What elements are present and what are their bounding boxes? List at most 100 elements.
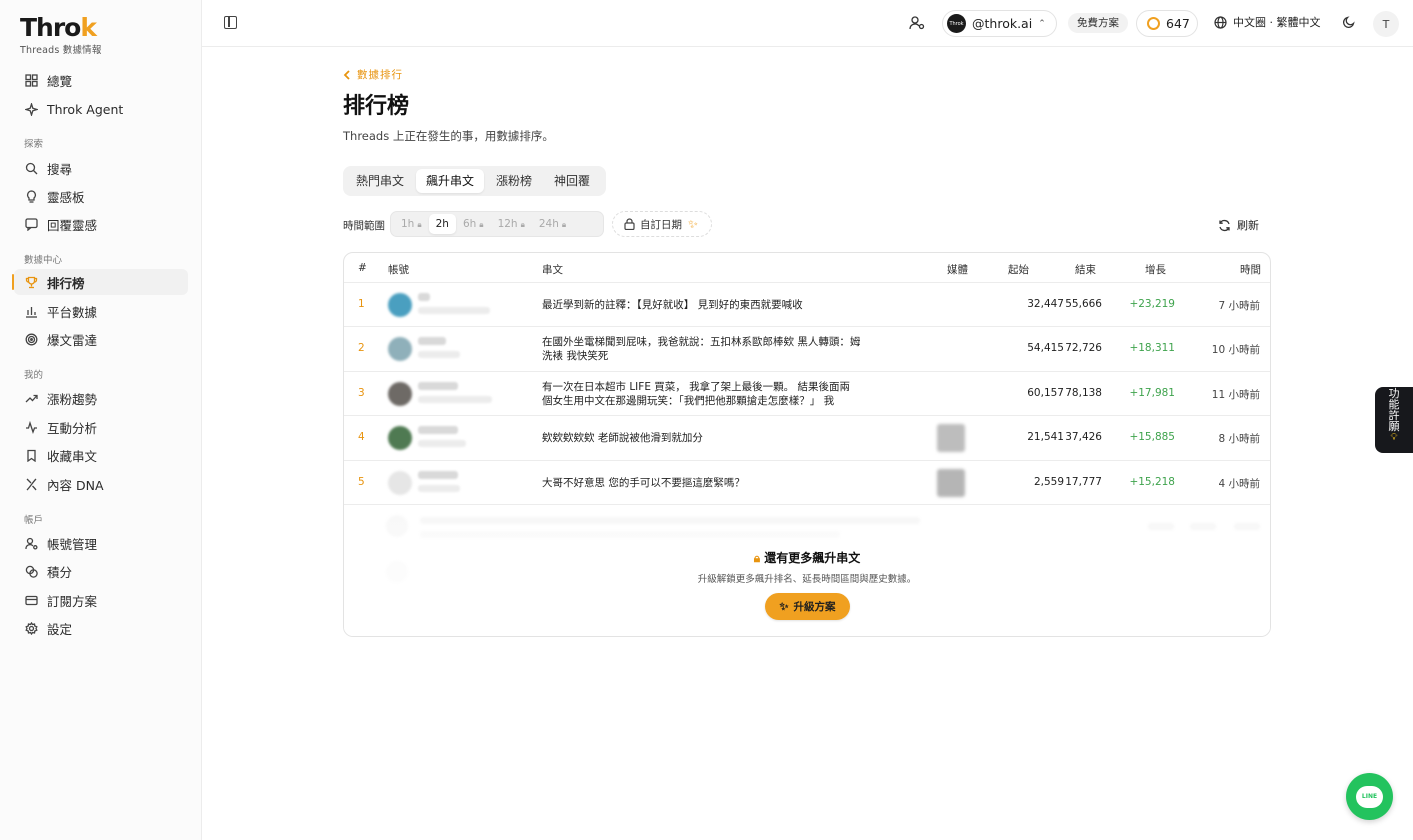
sidebar-item-label: 回覆靈感 <box>47 217 98 233</box>
back-link[interactable]: 數據排行 <box>343 67 403 82</box>
sidebar-item-subscription[interactable]: 訂閱方案 <box>14 587 188 613</box>
sidebar-item-agent[interactable]: Throk Agent <box>14 96 188 122</box>
sidebar-item-search[interactable]: 搜尋 <box>14 155 188 181</box>
line-chat-button[interactable]: LINE <box>1346 773 1393 820</box>
upgrade-label: 升級方案 <box>793 601 836 613</box>
sidebar-item-overview[interactable]: 總覽 <box>14 67 188 93</box>
dna-icon <box>24 477 38 491</box>
account-handle: @throk.ai <box>972 16 1033 31</box>
radar-icon <box>24 332 38 346</box>
lock-icon: 🔒︎ <box>561 220 567 229</box>
table-row[interactable]: 1 最近學到新的註釋：【見好就收】 見到好的東西就要喊收 32,447 55,6… <box>344 283 1270 327</box>
time-range-label: 時間範圍 <box>343 220 385 232</box>
page-subtitle: Threads 上正在發生的事，用數據排序。 <box>343 129 554 143</box>
section-account: 帳戶 <box>24 515 44 526</box>
upgrade-button[interactable]: ✨︎ 升級方案 <box>765 593 850 620</box>
brand[interactable]: Throk Threads 數據情報 <box>20 14 102 57</box>
account-name-blurred <box>418 382 458 390</box>
tab-top-replies[interactable]: 神回覆 <box>544 169 600 193</box>
sidebar-item-follower-trend[interactable]: 漲粉趨勢 <box>14 385 188 411</box>
sidebar-item-settings[interactable]: 設定 <box>14 615 188 641</box>
feature-wish-tab[interactable]: 功 能 許 願 💡︎ <box>1375 387 1413 453</box>
sidebar-item-viral-radar[interactable]: 爆文雷達 <box>14 326 188 352</box>
refresh-button[interactable]: 刷新 <box>1218 217 1259 233</box>
account-switcher[interactable]: Throk @throk.ai ⌃ <box>942 10 1057 37</box>
sidebar-item-label: Throk Agent <box>47 101 124 117</box>
lock-icon: 🔒︎ <box>753 551 761 565</box>
back-label: 數據排行 <box>357 69 403 81</box>
language-label: 中文圈 · 繁體中文 <box>1233 16 1321 29</box>
sidebar-item-inspiration[interactable]: 靈感板 <box>14 183 188 209</box>
sidebar-item-interaction-analysis[interactable]: 互動分析 <box>14 414 188 440</box>
credits-pill[interactable]: 647 <box>1136 10 1198 37</box>
sidebar-item-reply-inspiration[interactable]: 回覆靈感 <box>14 211 188 237</box>
sidebar-item-platform-data[interactable]: 平台數據 <box>14 298 188 324</box>
section-mine: 我的 <box>24 370 44 381</box>
range-6h[interactable]: 6h 🔒︎ <box>456 214 491 234</box>
language-selector[interactable]: 中文圈 · 繁體中文 <box>1214 14 1321 30</box>
sidebar-item-saved-posts[interactable]: 收藏串文 <box>14 442 188 468</box>
moon-icon[interactable] <box>1342 15 1356 29</box>
bulb-icon <box>24 189 38 203</box>
lock-icon: 🔒︎ <box>417 220 422 229</box>
post-text[interactable]: 在國外坐電梯聞到屁味，我爸就說：五扣林系歐郎棒欸 黑人轉頭：姆洗裱 我快笑死 <box>542 335 862 363</box>
sidebar-item-leaderboard[interactable]: 排行榜 <box>14 269 188 295</box>
account-name-blurred <box>418 337 446 345</box>
sparkle-icon: ✨︎ <box>779 599 789 613</box>
post-text[interactable]: 大哥不好意思 您的手可以不要摳這麼緊嗎？ <box>542 476 862 490</box>
table-row[interactable]: 2 在國外坐電梯聞到屁味，我爸就說：五扣林系歐郎棒欸 黑人轉頭：姆洗裱 我快笑死… <box>344 327 1270 372</box>
range-1h[interactable]: 1h 🔒︎ <box>394 214 429 234</box>
header-time: 時間 <box>1240 264 1261 276</box>
trend-icon <box>24 391 38 405</box>
rank: 1 <box>358 298 365 310</box>
media-thumbnail[interactable] <box>937 469 965 497</box>
time-range-selector: 1h 🔒︎ 2h 6h 🔒︎ 12h 🔒︎ 24h 🔒︎ <box>390 211 604 237</box>
topbar: Throk @throk.ai ⌃ 免費方案 647 中文圈 · 繁體中文 T <box>202 0 1413 47</box>
coins-icon <box>24 564 38 578</box>
sidebar-toggle-icon[interactable] <box>224 16 237 29</box>
tab-follower-growth[interactable]: 漲粉榜 <box>486 169 542 193</box>
time-ago: 10 小時前 <box>1211 344 1260 356</box>
post-text[interactable]: 有一次在日本超市 LIFE 買菜， 我拿了架上最後一顆。 結果後面兩個女生用中文… <box>542 380 852 408</box>
time-ago: 11 小時前 <box>1211 389 1260 401</box>
lock-icon <box>624 218 635 230</box>
account-name-blurred <box>418 293 430 301</box>
custom-date-button[interactable]: 自訂日期 ✨︎ <box>612 211 712 237</box>
more-locked-title: 🔒︎ 還有更多飆升串文 <box>753 551 861 565</box>
account-name-blurred <box>418 471 458 479</box>
more-locked-subtitle: 升級解鎖更多飆升排名、延長時間區間與歷史數據。 <box>697 574 917 585</box>
section-explore: 探索 <box>24 139 44 150</box>
header-growth: 增長 <box>1145 264 1166 276</box>
tab-hot-posts[interactable]: 熱門串文 <box>346 169 414 193</box>
sparkle-icon: ✨︎ <box>688 216 698 231</box>
media-thumbnail[interactable] <box>937 424 965 452</box>
account-handle-blurred <box>418 440 466 447</box>
sidebar-item-label: 排行榜 <box>47 275 85 291</box>
sidebar-item-credits[interactable]: 積分 <box>14 558 188 584</box>
table-row[interactable]: 4 欸欸欸欸欸 老師說被他滑到就加分 21,541 37,426 +15,885… <box>344 416 1270 461</box>
post-text[interactable]: 欸欸欸欸欸 老師說被他滑到就加分 <box>542 431 862 445</box>
range-24h[interactable]: 24h 🔒︎ <box>532 214 573 234</box>
lock-icon: 🔒︎ <box>520 220 525 229</box>
table-row[interactable]: 3 有一次在日本超市 LIFE 買菜， 我拿了架上最後一顆。 結果後面兩個女生用… <box>344 372 1270 416</box>
user-switch-icon[interactable] <box>909 15 925 31</box>
range-2h[interactable]: 2h <box>428 214 456 234</box>
user-avatar[interactable]: T <box>1373 11 1399 37</box>
leaderboard-tabs: 熱門串文 飆升串文 漲粉榜 神回覆 <box>343 166 606 196</box>
avatar <box>388 426 412 450</box>
avatar <box>388 382 412 406</box>
header-rank: # <box>358 262 367 274</box>
header-end: 結束 <box>1075 264 1096 276</box>
post-text[interactable]: 最近學到新的註釋：【見好就收】 見到好的東西就要喊收 <box>542 298 862 312</box>
range-12h[interactable]: 12h 🔒︎ <box>491 214 532 234</box>
table-row[interactable]: 5 大哥不好意思 您的手可以不要摳這麼緊嗎？ 2,559 17,777 +15,… <box>344 461 1270 505</box>
gear-icon <box>24 621 38 635</box>
account-handle-blurred <box>418 396 492 403</box>
time-ago: 8 小時前 <box>1218 433 1260 445</box>
activity-icon <box>24 420 38 434</box>
plan-badge[interactable]: 免費方案 <box>1068 13 1128 33</box>
sidebar-item-content-dna[interactable]: 內容 DNA <box>14 471 188 497</box>
lock-icon: 🔒︎ <box>479 220 484 229</box>
tab-rising-posts[interactable]: 飆升串文 <box>416 169 485 193</box>
sidebar-item-account-management[interactable]: 帳號管理 <box>14 530 188 556</box>
